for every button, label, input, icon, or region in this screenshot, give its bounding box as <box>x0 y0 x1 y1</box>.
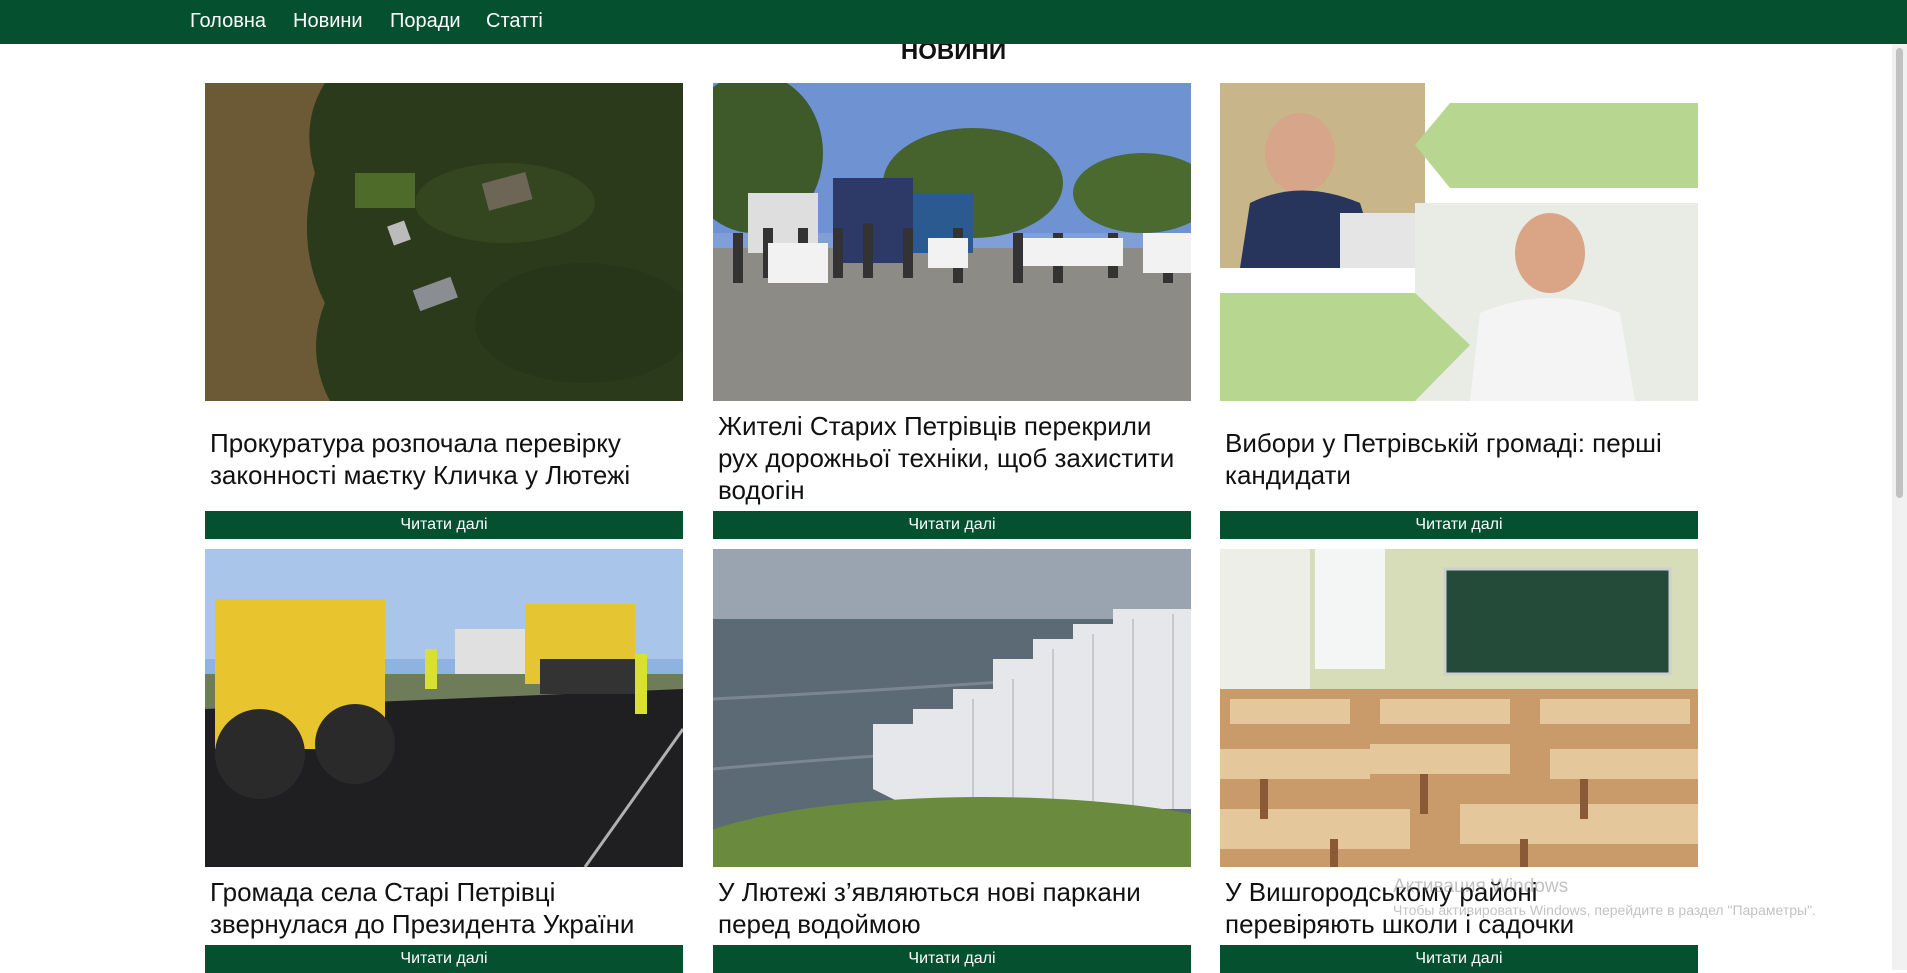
read-more-button[interactable]: Читати далі <box>205 945 683 973</box>
news-image-protest[interactable] <box>713 83 1191 401</box>
news-image-election[interactable] <box>1220 83 1698 401</box>
windows-activation-text: Чтобы активировать Windows, перейдите в … <box>1393 902 1816 918</box>
lakeside-fence-photo <box>713 549 1191 867</box>
news-title[interactable]: Вибори у Петрівській громаді: перші канд… <box>1225 427 1693 491</box>
news-card: У Лютежі з’являються нові паркани перед … <box>713 549 1191 973</box>
aerial-estate-photo <box>205 83 683 401</box>
news-image-estate[interactable] <box>205 83 683 401</box>
nav-link-home[interactable]: Головна <box>190 10 266 33</box>
read-more-button[interactable]: Читати далі <box>1220 945 1698 973</box>
news-card: Жителі Старих Петрівців перекрили рух до… <box>713 83 1191 539</box>
scrollbar-thumb[interactable] <box>1896 48 1903 498</box>
nav-link-tips[interactable]: Поради <box>390 10 461 33</box>
nav-link-articles[interactable]: Статті <box>486 10 543 33</box>
read-more-button[interactable]: Читати далі <box>205 511 683 539</box>
nav-link-news[interactable]: Новини <box>293 10 363 33</box>
read-more-button[interactable]: Читати далі <box>1220 511 1698 539</box>
classroom-photo <box>1220 549 1698 867</box>
news-image-classroom[interactable] <box>1220 549 1698 867</box>
news-title[interactable]: У Лютежі з’являються нові паркани перед … <box>718 876 1186 940</box>
news-card: Громада села Старі Петрівці звернулася д… <box>205 549 683 973</box>
news-card: Прокуратура розпочала перевірку законнос… <box>205 83 683 539</box>
road-protest-photo <box>713 83 1191 401</box>
news-image-roadworks[interactable] <box>205 549 683 867</box>
election-collage-image <box>1220 83 1698 401</box>
read-more-button[interactable]: Читати далі <box>713 945 1191 973</box>
news-card: Вибори у Петрівській громаді: перші канд… <box>1220 83 1698 539</box>
news-title[interactable]: Жителі Старих Петрівців перекрили рух до… <box>718 410 1186 506</box>
road-works-photo <box>205 549 683 867</box>
news-title[interactable]: Громада села Старі Петрівці звернулася д… <box>210 876 678 940</box>
windows-activation-title: Активация Windows <box>1393 876 1569 897</box>
news-title[interactable]: Прокуратура розпочала перевірку законнос… <box>210 427 678 491</box>
top-navbar: Головна Новини Поради Статті <box>0 0 1907 44</box>
read-more-button[interactable]: Читати далі <box>713 511 1191 539</box>
news-image-fences[interactable] <box>713 549 1191 867</box>
